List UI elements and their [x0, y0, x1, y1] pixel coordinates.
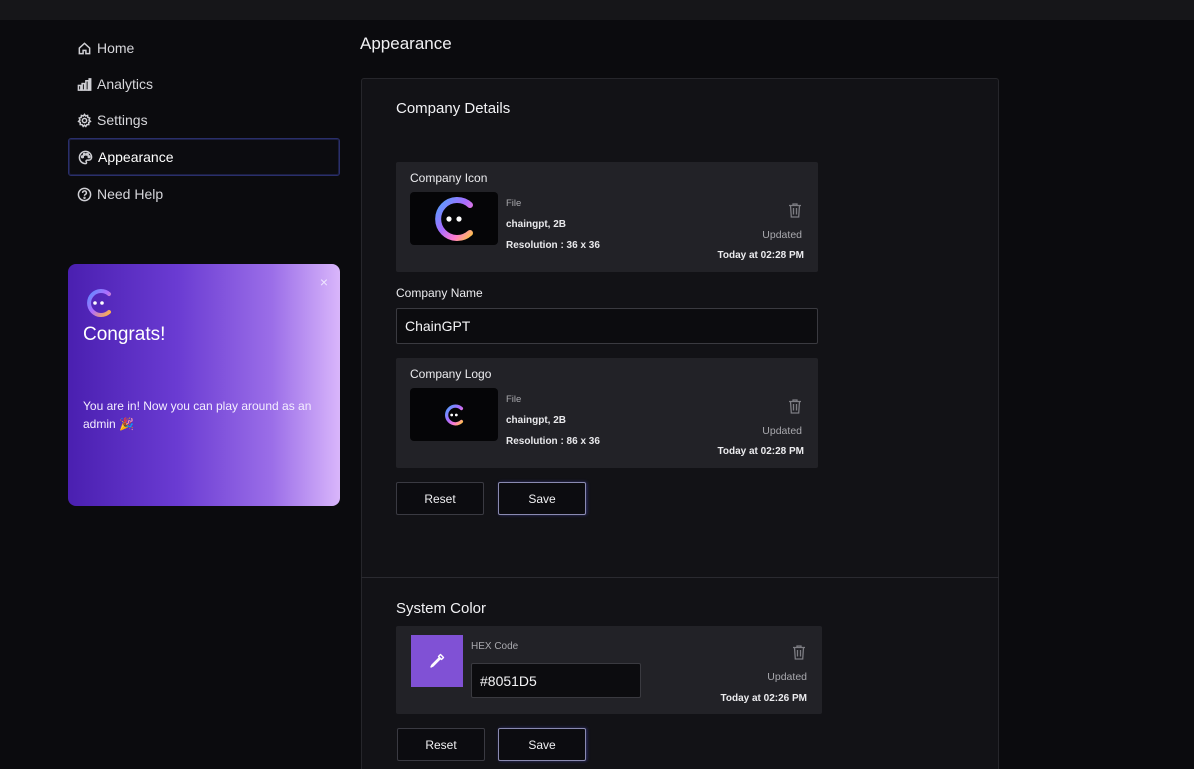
company-logo-meta: File chaingpt, 2B Resolution : 86 x 36	[506, 394, 600, 457]
chaingpt-logo	[435, 196, 473, 241]
sidebar-item-need-help[interactable]: Need Help	[68, 176, 340, 212]
trash-icon[interactable]	[788, 202, 802, 218]
chaingpt-logo	[445, 404, 464, 425]
gear-icon	[76, 112, 92, 128]
company-icon-preview[interactable]	[410, 192, 498, 245]
sidebar-item-settings[interactable]: Settings	[68, 102, 340, 138]
system-color-card: HEX Code Updated Today at 02:26 PM	[396, 626, 822, 714]
system-color-title: System Color	[396, 600, 487, 617]
updated-time: Today at 02:26 PM	[720, 693, 807, 704]
updated-label: Updated	[762, 229, 802, 241]
file-resolution: Resolution : 36 x 36	[506, 240, 600, 251]
chaingpt-logo	[87, 289, 111, 317]
company-save-button[interactable]: Save	[498, 482, 586, 515]
company-icon-label: Company Icon	[410, 171, 488, 185]
section-divider	[361, 577, 999, 578]
sidebar-item-label: Need Help	[97, 186, 164, 202]
file-resolution: Resolution : 86 x 36	[506, 436, 600, 447]
palette-icon	[77, 149, 93, 165]
trash-icon[interactable]	[792, 644, 806, 660]
sidebar-item-appearance[interactable]: Appearance	[68, 138, 340, 176]
company-name-input[interactable]	[396, 308, 818, 344]
file-name: chaingpt, 2B	[506, 219, 567, 230]
company-logo-card: Company Logo File chaingpt, 2B Resolutio…	[396, 358, 818, 468]
sidebar: Home Analytics Settings Appearance Need …	[68, 30, 340, 212]
company-name-label: Company Name	[396, 286, 483, 300]
file-label: File	[506, 198, 522, 209]
company-icon-card: Company Icon File chaingpt, 2B Resolutio…	[396, 162, 818, 272]
close-icon[interactable]: ×	[320, 274, 328, 290]
page-title: Appearance	[360, 34, 452, 53]
company-reset-button[interactable]: Reset	[396, 482, 484, 515]
hex-code-label: HEX Code	[471, 641, 519, 652]
sidebar-item-label: Analytics	[97, 76, 154, 92]
congrats-card: × Congrats! You are in! Now you can play…	[68, 264, 340, 506]
sidebar-item-label: Home	[97, 40, 135, 56]
updated-label: Updated	[767, 671, 807, 683]
help-icon	[76, 186, 92, 202]
color-save-button[interactable]: Save	[498, 728, 586, 761]
trash-icon[interactable]	[788, 398, 802, 414]
file-label: File	[506, 394, 522, 405]
analytics-icon	[76, 76, 92, 92]
sidebar-item-label: Settings	[97, 112, 148, 128]
updated-time: Today at 02:28 PM	[717, 446, 804, 457]
sidebar-item-analytics[interactable]: Analytics	[68, 66, 340, 102]
updated-label: Updated	[762, 425, 802, 437]
color-reset-button[interactable]: Reset	[397, 728, 485, 761]
sidebar-item-label: Appearance	[98, 149, 174, 165]
congrats-message: You are in! Now you can play around as a…	[83, 399, 312, 431]
sidebar-item-home[interactable]: Home	[68, 30, 340, 66]
company-icon-meta: File chaingpt, 2B Resolution : 36 x 36	[506, 198, 600, 261]
company-logo-preview[interactable]	[410, 388, 498, 441]
congrats-title: Congrats!	[83, 324, 166, 345]
company-logo-label: Company Logo	[410, 367, 492, 381]
hex-code-input[interactable]	[471, 663, 641, 698]
color-swatch[interactable]	[411, 635, 463, 687]
updated-time: Today at 02:28 PM	[717, 250, 804, 261]
eyedropper-icon	[430, 653, 445, 668]
home-icon	[76, 40, 92, 56]
top-bar	[0, 0, 1194, 20]
company-details-title: Company Details	[396, 100, 511, 117]
file-name: chaingpt, 2B	[506, 415, 567, 426]
